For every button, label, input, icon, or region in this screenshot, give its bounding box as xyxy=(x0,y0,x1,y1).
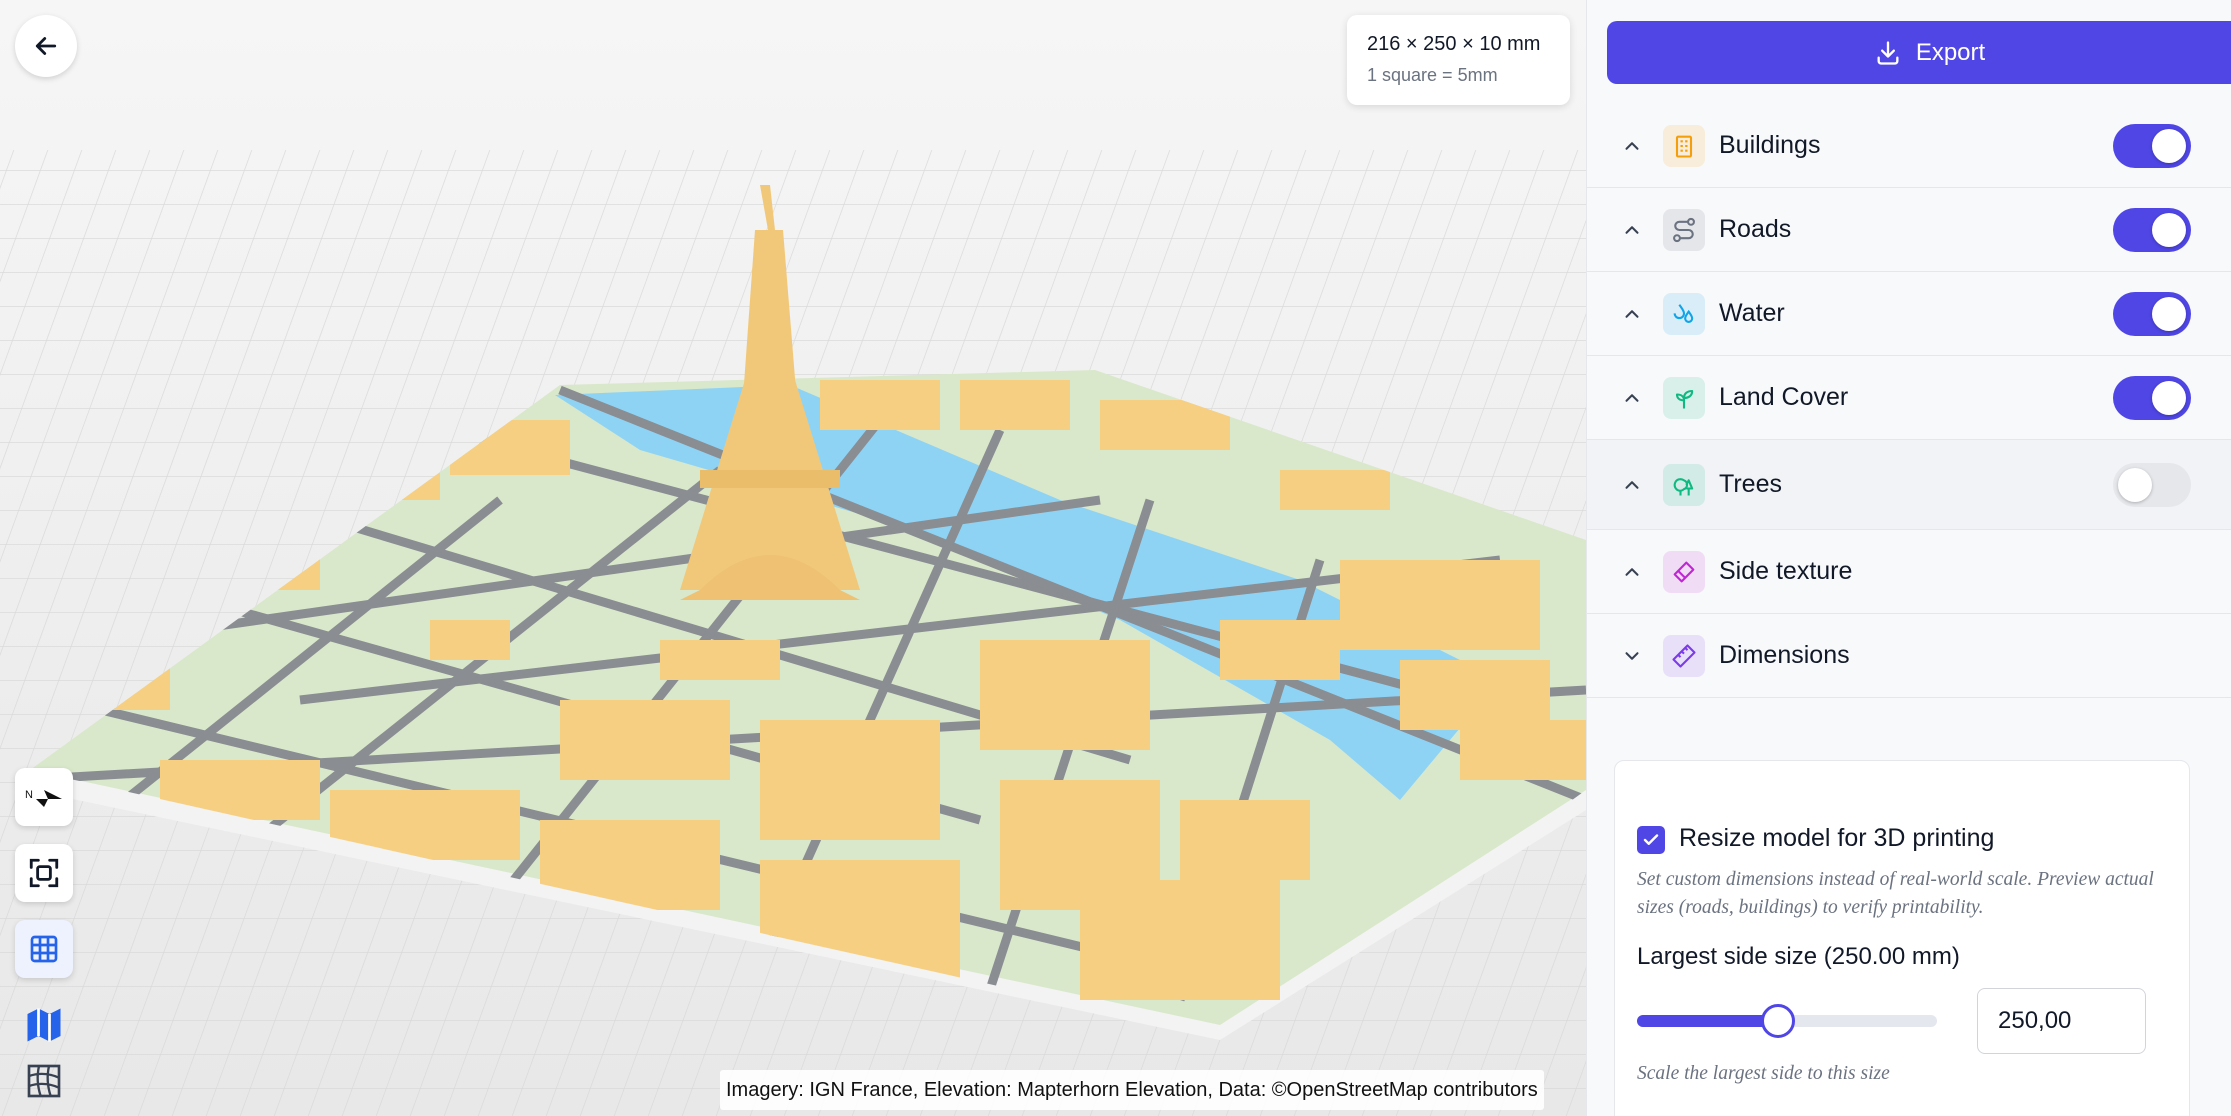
chevron-up-icon[interactable] xyxy=(1621,135,1643,157)
chevron-down-icon[interactable] xyxy=(1621,645,1643,667)
resize-checkbox[interactable] xyxy=(1637,826,1665,854)
largest-side-label: Largest side size (250.00 mm) xyxy=(1637,943,1960,970)
fit-view-button[interactable] xyxy=(15,844,73,902)
ruler-icon xyxy=(1663,635,1705,677)
layer-row-side-texture[interactable]: Side texture xyxy=(1587,530,2231,614)
layer-row-land-cover[interactable]: Land Cover xyxy=(1587,356,2231,440)
droplets-icon xyxy=(1663,293,1705,335)
chevron-up-icon[interactable] xyxy=(1621,561,1643,583)
export-button[interactable]: Export xyxy=(1607,21,2231,84)
toggle-knob xyxy=(2152,297,2186,331)
arrow-left-icon xyxy=(35,37,57,55)
layer-row-dimensions[interactable]: Dimensions xyxy=(1587,614,2231,698)
map-view-button[interactable] xyxy=(15,996,73,1054)
route-icon xyxy=(1663,209,1705,251)
back-button[interactable] xyxy=(15,15,77,77)
toggle-knob xyxy=(2152,213,2186,247)
grid-icon xyxy=(30,935,58,963)
chevron-up-icon[interactable] xyxy=(1621,387,1643,409)
settings-panel: Export Buildings Roads Water Land Cover Tree… xyxy=(1586,0,2231,1116)
sprout-icon xyxy=(1663,377,1705,419)
north-orient-button[interactable]: N xyxy=(15,768,73,826)
fit-view-icon xyxy=(29,858,59,888)
map-icon xyxy=(27,1008,61,1042)
resize-hint: Set custom dimensions instead of real-wo… xyxy=(1637,869,2154,918)
slider-thumb[interactable] xyxy=(1761,1004,1795,1038)
slider-fill xyxy=(1637,1015,1778,1027)
dimensions-readout: 216 × 250 × 10 mm 1 square = 5mm xyxy=(1347,15,1570,105)
grid-toggle-button[interactable] xyxy=(15,920,73,978)
grid-scale-note: 1 square = 5mm xyxy=(1367,65,1498,85)
north-arrow-icon: N xyxy=(25,789,62,807)
layer-row-roads[interactable]: Roads xyxy=(1587,188,2231,272)
layer-label: Buildings xyxy=(1719,131,1821,159)
layer-label: Dimensions xyxy=(1719,641,1850,669)
building-icon xyxy=(1663,125,1705,167)
model-dimensions: 216 × 250 × 10 mm xyxy=(1367,33,1541,55)
toggle-roads[interactable] xyxy=(2113,208,2191,252)
toggle-knob xyxy=(2152,381,2186,415)
check-icon xyxy=(1643,834,1659,845)
chevron-up-icon[interactable] xyxy=(1621,474,1643,496)
largest-side-slider[interactable] xyxy=(1637,1004,1937,1038)
layer-row-buildings[interactable]: Buildings xyxy=(1587,104,2231,188)
brush-icon xyxy=(1663,551,1705,593)
toggle-land-cover[interactable] xyxy=(2113,376,2191,420)
layer-label: Roads xyxy=(1719,215,1792,243)
toggle-water[interactable] xyxy=(2113,292,2191,336)
resize-label[interactable]: Resize model for 3D printing xyxy=(1679,824,1994,853)
largest-side-input[interactable]: 250,00 xyxy=(1977,988,2146,1054)
layer-label: Land Cover xyxy=(1719,383,1849,411)
svg-text:N: N xyxy=(25,789,33,801)
toggle-trees[interactable] xyxy=(2113,463,2191,507)
map-model-scene[interactable] xyxy=(0,0,1586,1116)
terrain-mesh-icon xyxy=(27,1064,61,1098)
toggle-buildings[interactable] xyxy=(2113,124,2191,168)
chevron-up-icon[interactable] xyxy=(1621,303,1643,325)
map-3d-viewport[interactable]: 216 × 250 × 10 mm 1 square = 5mm N Image xyxy=(0,0,1586,1116)
toggle-knob xyxy=(2152,129,2186,163)
map-attribution: Imagery: IGN France, Elevation: Mapterho… xyxy=(720,1070,1544,1110)
terrain-mesh-button[interactable] xyxy=(15,1052,73,1110)
chevron-up-icon[interactable] xyxy=(1621,219,1643,241)
trees-icon xyxy=(1663,464,1705,506)
dimensions-settings: Resize model for 3D printing Set custom … xyxy=(1614,760,2190,1116)
layer-row-water[interactable]: Water xyxy=(1587,272,2231,356)
export-label: Export xyxy=(1915,38,1986,66)
toggle-knob xyxy=(2118,468,2152,502)
layer-row-trees[interactable]: Trees xyxy=(1587,440,2231,530)
scale-hint: Scale the largest side to this size xyxy=(1637,1063,1890,1084)
layer-label: Trees xyxy=(1719,470,1782,498)
download-icon xyxy=(1877,40,1899,65)
layer-label: Side texture xyxy=(1719,557,1853,585)
layer-label: Water xyxy=(1719,299,1785,327)
